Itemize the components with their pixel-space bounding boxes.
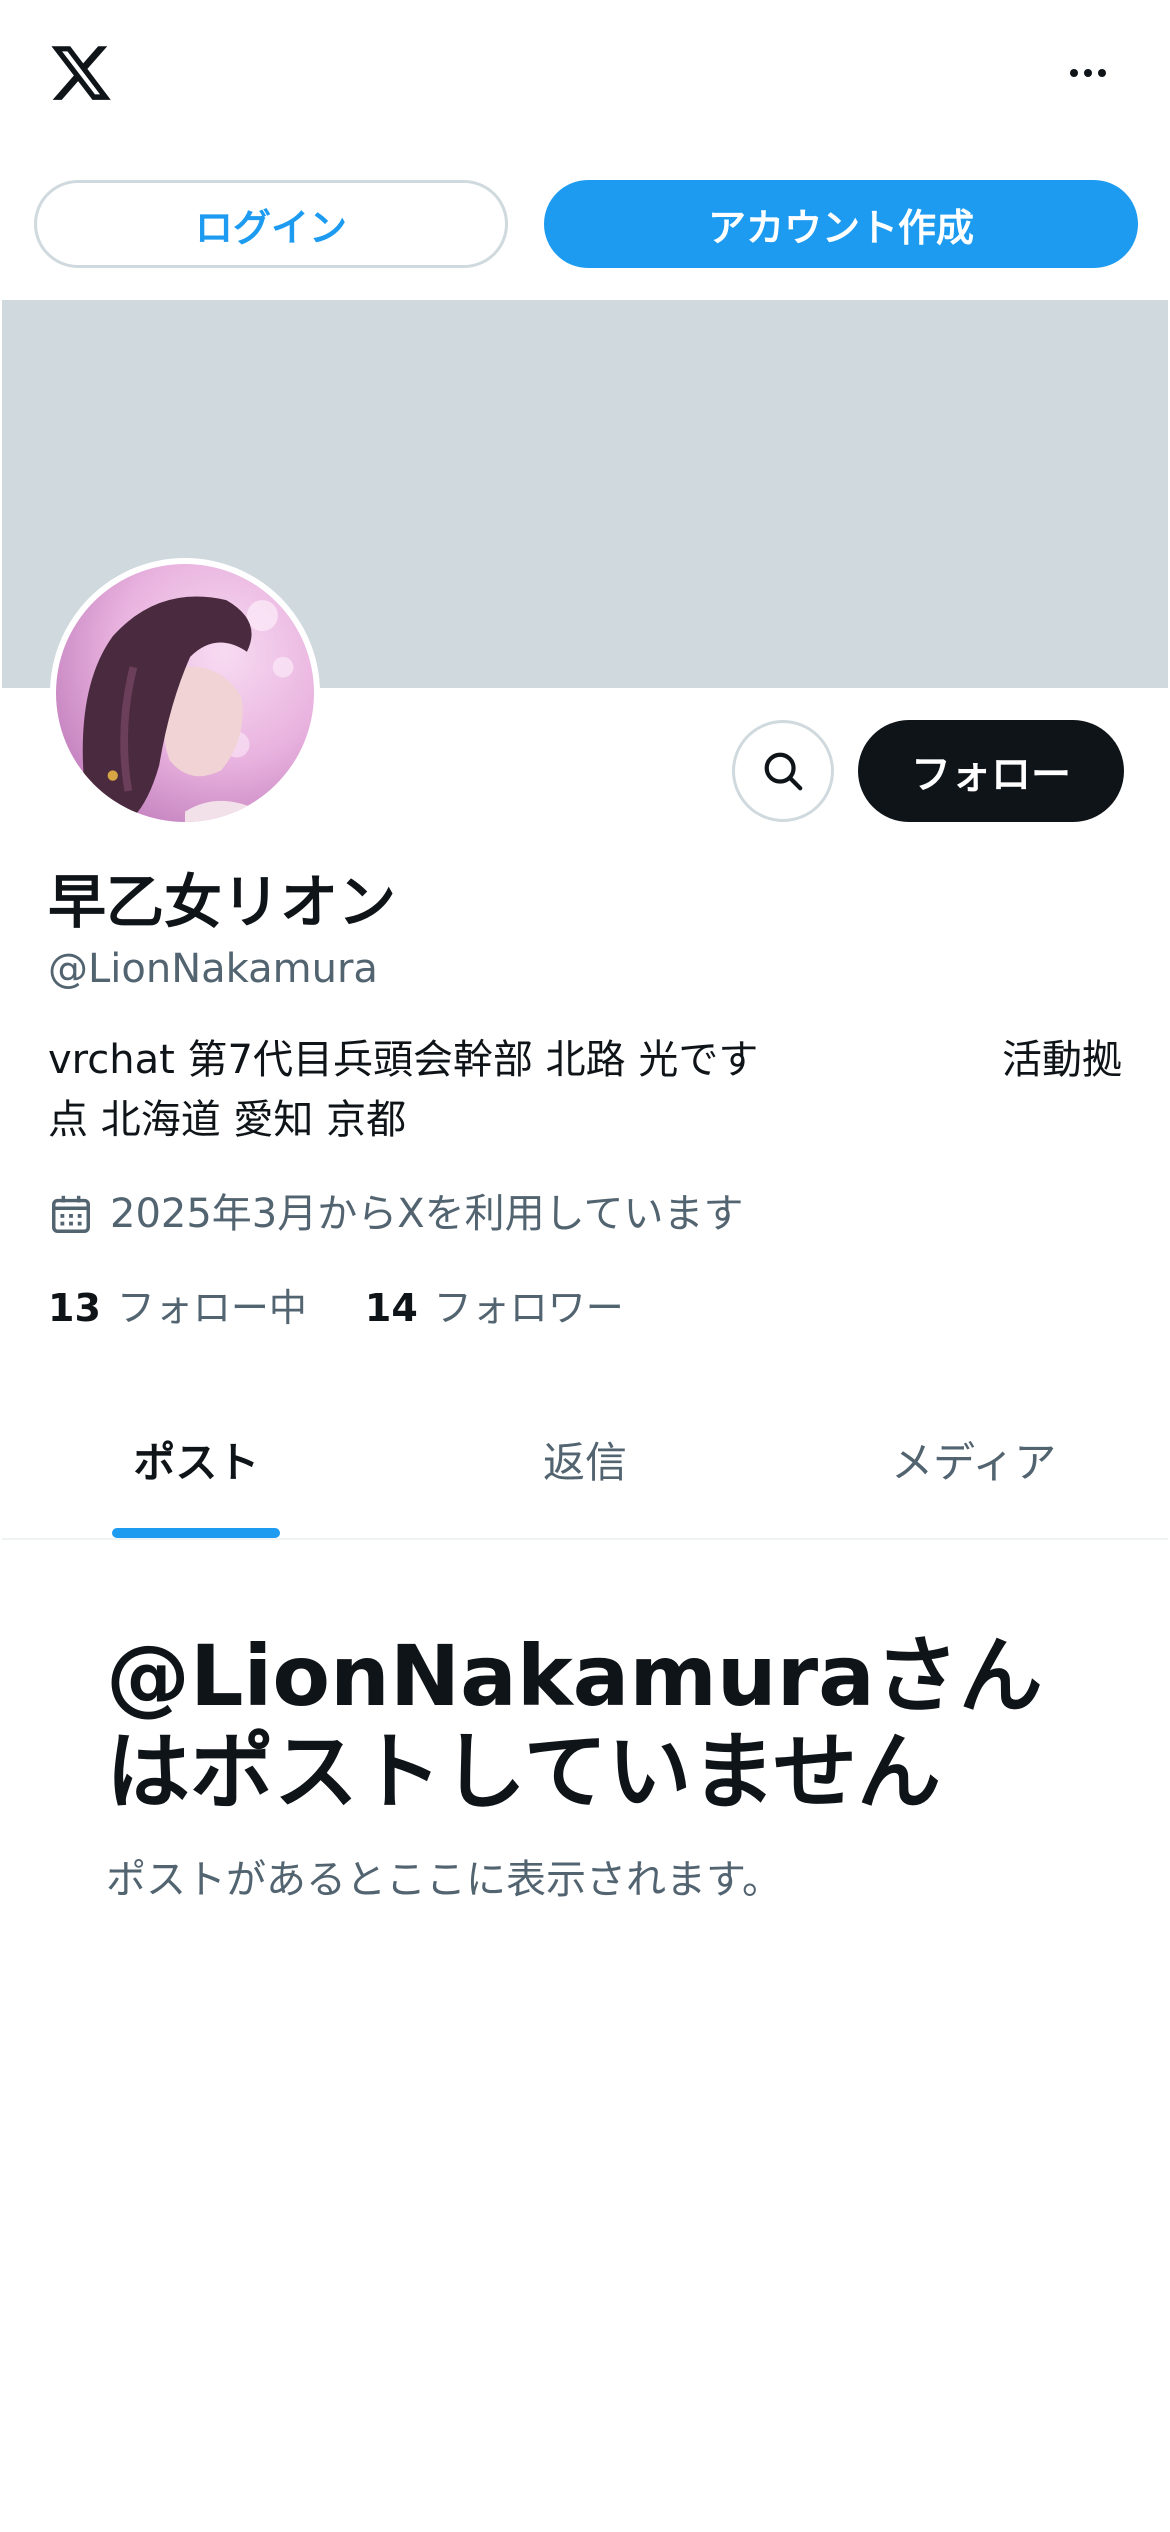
more-options-button[interactable] bbox=[1060, 50, 1116, 96]
following-count: 13 bbox=[48, 1286, 101, 1330]
following-label: フォロー中 bbox=[116, 1286, 307, 1330]
follow-button[interactable]: フォロー bbox=[858, 720, 1124, 822]
empty-state-subtitle: ポストがあるとここに表示されます。 bbox=[106, 1857, 782, 1903]
x-logo-icon[interactable] bbox=[48, 40, 114, 106]
join-date-text: 2025年3月からXを利用しています bbox=[110, 1191, 744, 1237]
tab-media[interactable]: メディア bbox=[779, 1380, 1168, 1538]
empty-state-title: @LionNakamuraさんはポストしていません bbox=[106, 1627, 1043, 1821]
login-button[interactable]: ログイン bbox=[34, 180, 508, 268]
tab-posts[interactable]: ポスト bbox=[2, 1380, 391, 1538]
calendar-icon bbox=[52, 1195, 90, 1233]
profile-bio: vrchat 第7代目兵頭会幹部 北路 光です 活動拠 点 北海道 愛知 京都 bbox=[48, 1030, 1122, 1150]
followers-label: フォロワー bbox=[433, 1286, 624, 1330]
following-link[interactable]: 13 フォロー中 bbox=[48, 1280, 307, 1336]
avatar[interactable] bbox=[50, 558, 320, 828]
avatar-image bbox=[56, 564, 314, 822]
display-name: 早乙女リオン bbox=[48, 868, 397, 936]
join-date: 2025年3月からXを利用しています bbox=[48, 1186, 743, 1242]
create-account-button[interactable]: アカウント作成 bbox=[544, 180, 1138, 268]
tab-media-label: メディア bbox=[891, 1437, 1057, 1487]
profile-tabs: ポスト 返信 メディア bbox=[2, 1380, 1168, 1540]
bio-text-line2: 点 北海道 愛知 京都 bbox=[48, 1097, 407, 1143]
followers-link[interactable]: 14 フォロワー bbox=[365, 1280, 624, 1336]
tab-posts-label: ポスト bbox=[133, 1437, 260, 1487]
more-dots-icon bbox=[1070, 69, 1078, 77]
follow-stats: 13 フォロー中 14 フォロワー bbox=[48, 1280, 624, 1336]
profile-search-button[interactable] bbox=[732, 720, 834, 822]
tab-replies[interactable]: 返信 bbox=[391, 1380, 780, 1538]
tab-replies-label: 返信 bbox=[543, 1437, 628, 1487]
bio-text-continued: 活動拠 bbox=[1002, 1037, 1122, 1083]
bio-text: vrchat 第7代目兵頭会幹部 北路 光です bbox=[48, 1037, 759, 1083]
followers-count: 14 bbox=[364, 1286, 418, 1330]
active-tab-indicator bbox=[112, 1528, 281, 1538]
user-handle: @LionNakamura bbox=[48, 946, 378, 992]
search-icon bbox=[764, 752, 803, 791]
